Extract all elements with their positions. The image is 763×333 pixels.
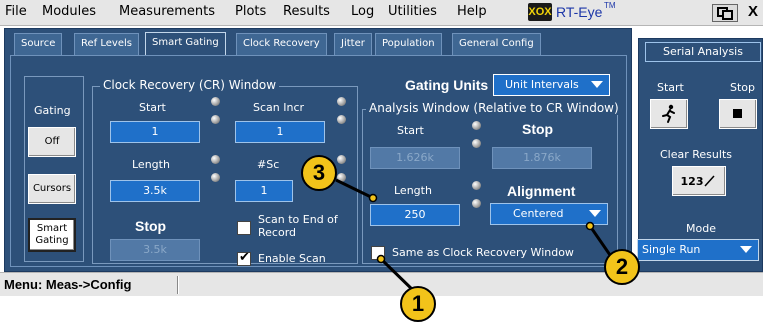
- leader-line-2: [588, 225, 612, 256]
- leader-dot-2: [585, 221, 595, 231]
- leader-dot-1: [376, 254, 386, 264]
- leader-dot-3: [368, 193, 378, 203]
- callout-3: 3: [301, 155, 337, 191]
- leader-line-3: [335, 178, 374, 200]
- callout-2: 2: [604, 249, 640, 285]
- callout-leaders: [335, 178, 612, 297]
- callout-1: 1: [400, 286, 436, 322]
